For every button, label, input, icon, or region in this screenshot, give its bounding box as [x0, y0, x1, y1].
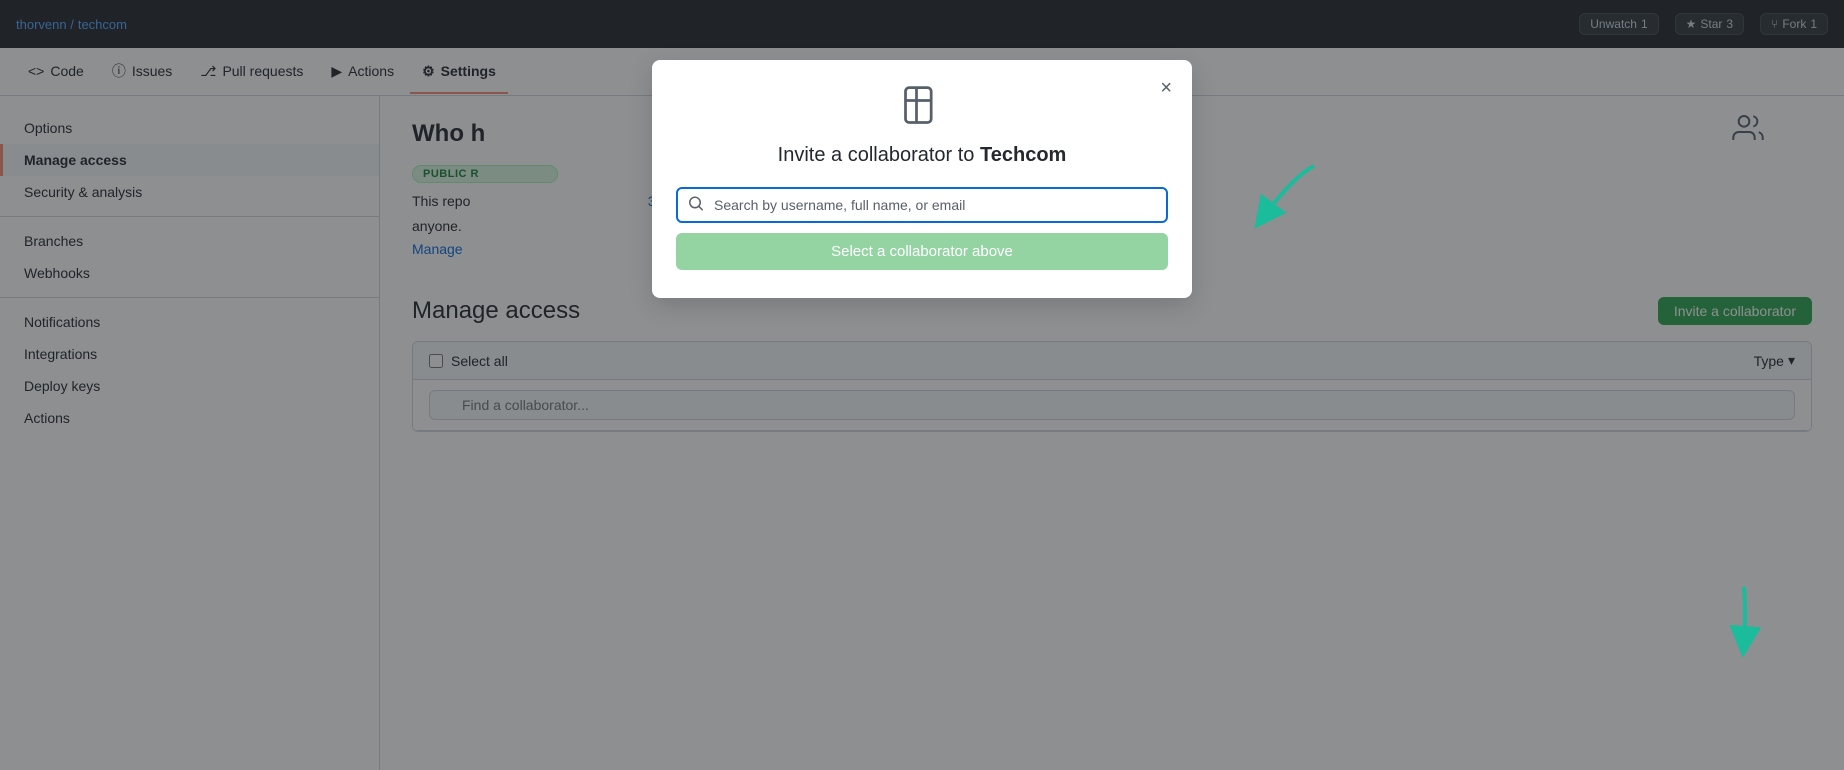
modal-title: Invite a collaborator to Techcom	[676, 144, 1168, 167]
modal-overlay[interactable]: × Invite a collaborator to Techcom Selec…	[0, 0, 1844, 770]
modal-repo-icon	[676, 84, 1168, 128]
modal-search-icon	[688, 196, 704, 215]
modal-select-collaborator-button[interactable]: Select a collaborator above	[676, 233, 1168, 270]
modal-close-button[interactable]: ×	[1156, 74, 1176, 102]
modal-search-wrap	[676, 187, 1168, 223]
modal-title-prefix: Invite a collaborator to	[778, 144, 980, 166]
modal-title-repo: Techcom	[980, 144, 1066, 166]
modal-search-input[interactable]	[676, 187, 1168, 223]
invite-collaborator-modal: × Invite a collaborator to Techcom Selec…	[652, 60, 1192, 298]
